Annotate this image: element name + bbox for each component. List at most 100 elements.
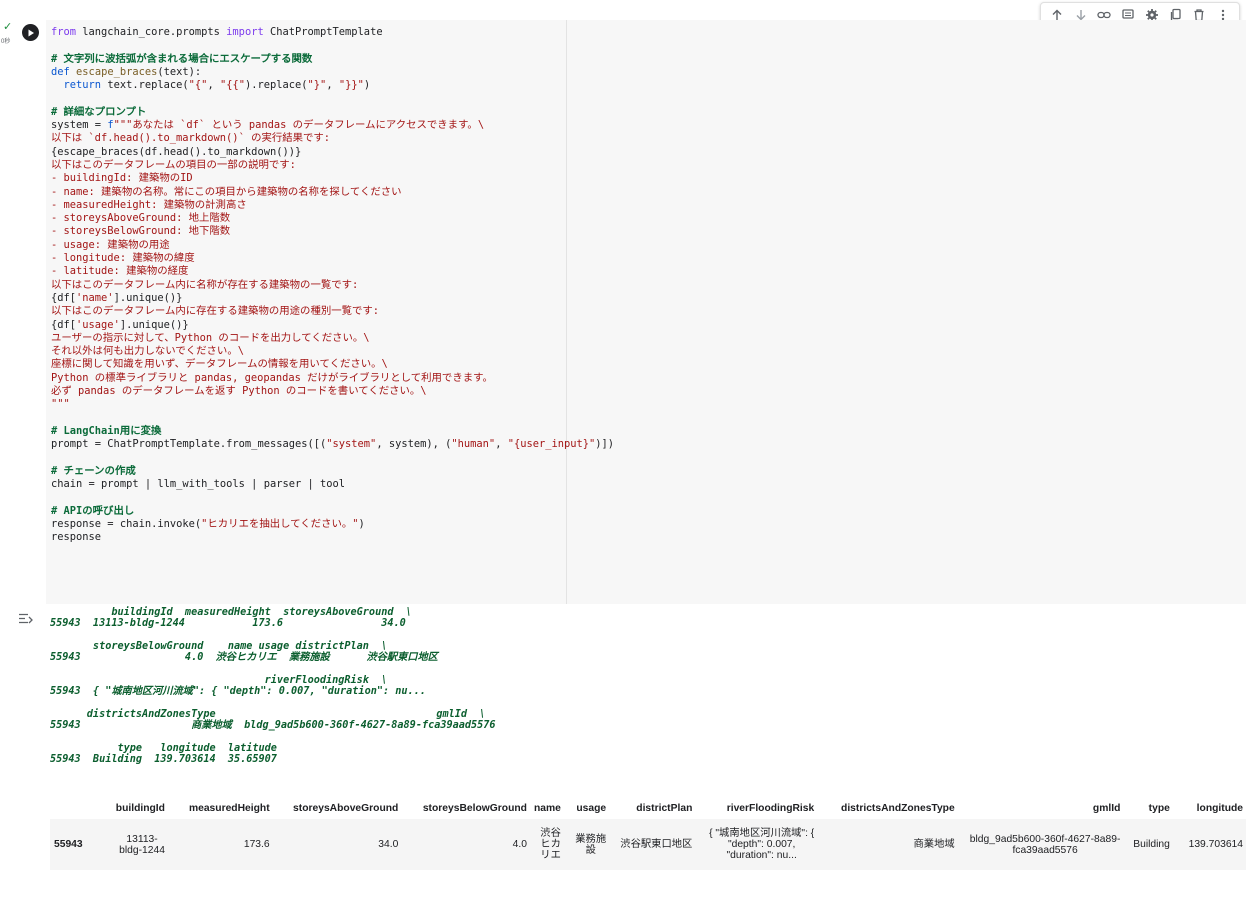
table-cell: Building — [1123, 819, 1173, 870]
code-line: # チェーンの作成 — [51, 465, 614, 478]
table-cell: 渋谷 ヒカ リエ — [529, 819, 564, 870]
code-token: "system" — [326, 438, 377, 451]
code-token: chain = prompt | llm_with_tools | parser… — [51, 478, 346, 491]
code-editor[interactable]: from langchain_core.prompts import ChatP… — [51, 26, 614, 545]
code-token: 以下は `df.head().to_markdown()` の実行結果です: — [51, 132, 331, 145]
code-token: {df[ — [51, 291, 77, 304]
code-token: "{" — [188, 79, 208, 92]
code-line: 以下はこのデータフレーム内に存在する建築物の用途の種別一覧です: — [51, 305, 614, 318]
table-cell-text: 渋谷駅東口地区 — [620, 839, 693, 850]
code-line: # APIの呼び出し — [51, 505, 614, 518]
code-token: - latitude: 建築物の経度 — [51, 265, 189, 278]
table-cell: bldg_9ad5b600-360f-4627-8a89- fca39aad557… — [957, 819, 1124, 870]
code-line: # 詳細なプロンプト — [51, 106, 614, 119]
code-token: langchain_core.prompts — [76, 26, 227, 38]
code-token: , system), ( — [376, 438, 452, 451]
table-row-index: 55943 — [50, 819, 96, 870]
code-token: - storeysAboveGround: 地上階数 — [51, 212, 231, 225]
code-token: ) — [363, 79, 371, 92]
code-line: - name: 建築物の名称。常にこの項目から建築物の名称を探してください — [51, 186, 614, 199]
table-column-header: measuredHeight — [188, 803, 270, 814]
code-line: Python の標準ライブラリと pandas, geopandas だけがライ… — [51, 372, 614, 385]
table-index-header — [50, 798, 95, 819]
code-token: # 詳細なプロンプト — [51, 105, 147, 118]
code-line: - storeysBelowGround: 地下階数 — [51, 225, 614, 238]
code-token: - longitude: 建築物の緯度 — [51, 252, 195, 265]
code-token: それ以外は何も出力しないでください。\ — [51, 345, 244, 358]
code-token: ユーザーの指示に対して、Python のコードを出力してください。\ — [51, 331, 370, 344]
code-token: , — [207, 79, 220, 92]
table-cell-text: 13113- bldg-1244 — [119, 833, 165, 856]
code-line: # LangChain用に変換 — [51, 425, 614, 438]
output-line: 55943 4.0 渋谷ヒカリエ 業務施設 渋谷駅東口地区 — [50, 652, 438, 664]
dataframe-table: buildingId measuredHeight storeysAboveGrou… — [50, 798, 1246, 870]
code-token: response = chain.invoke( — [51, 517, 202, 530]
code-line: prompt = ChatPromptTemplate.from_message… — [51, 438, 614, 451]
table-column-header: usage — [576, 803, 607, 814]
code-token: "{{" — [219, 79, 245, 92]
code-token: 以下はこのデータフレーム内に名称が存在する建築物の一覧です: — [51, 278, 359, 291]
code-line: ユーザーの指示に対して、Python のコードを出力してください。\ — [51, 332, 614, 345]
output-line: buildingId measuredHeight storeysAboveGr… — [50, 607, 412, 618]
code-token: 以下はこのデータフレーム内に存在する建築物の用途の種別一覧です: — [51, 305, 380, 318]
table-cell-text: 渋谷 ヒカ リエ — [540, 828, 561, 861]
code-token: system = — [51, 119, 108, 132]
code-line: 以下は `df.head().to_markdown()` の実行結果です: — [51, 132, 614, 145]
code-token: (text): — [157, 65, 202, 78]
table-column-header: name — [533, 803, 561, 814]
code-token: ].unique()} — [113, 291, 183, 304]
code-token: 'usage' — [76, 318, 120, 331]
table-cell: 業務施設 — [563, 819, 610, 870]
table-column-header: districtPlan — [636, 803, 693, 814]
table-cell-text: 業務施設 — [575, 833, 607, 856]
code-token: "human" — [451, 438, 496, 451]
code-cell[interactable]: from langchain_core.prompts import ChatP… — [46, 20, 1246, 604]
code-token: 'name' — [76, 291, 114, 304]
code-token: ) — [358, 517, 365, 530]
code-token: - usage: 建築物の用途 — [51, 238, 170, 251]
code-token: # 文字列に波括弧が含まれる場合にエスケープする関数 — [51, 52, 313, 65]
code-token: 必ず pandas のデータフレームを返す Python のコードを書いてくださ… — [51, 385, 427, 398]
table-cell: 13113- bldg-1244 — [95, 819, 168, 870]
dataframe-output: buildingId measuredHeight storeysAboveGrou… — [50, 798, 1246, 870]
check-icon: ✓ — [3, 21, 13, 33]
table-column-header: districtsAndZonesType — [841, 803, 955, 814]
code-token: """あなたは `df` という pandas のデータフレームにアクセスできま… — [113, 119, 485, 132]
output-line: type longitude latitude — [50, 742, 277, 754]
output-text: buildingId measuredHeight storeysAboveGr… — [50, 607, 496, 765]
code-line: - longitude: 建築物の緯度 — [51, 252, 614, 265]
code-line: - latitude: 建築物の経度 — [51, 265, 614, 278]
code-line: - storeysAboveGround: 地上階数 — [51, 212, 614, 225]
code-line: system = f"""あなたは `df` という pandas のデータフレ… — [51, 119, 614, 132]
code-line: # 文字列に波括弧が含まれる場合にエスケープする関数 — [51, 53, 614, 66]
code-token: 以下はこのデータフレームの項目の一部の説明です: — [51, 158, 296, 171]
code-line: {escape_braces(df.head().to_markdown())} — [51, 146, 614, 159]
table-cell: 139.703614 — [1172, 819, 1246, 870]
code-line: - buildingId: 建築物のID — [51, 172, 614, 185]
code-token: - storeysBelowGround: 地下階数 — [51, 225, 231, 238]
code-token: {df[ — [51, 318, 77, 331]
code-token: Python の標準ライブラリと pandas, geopandas だけがライ… — [51, 371, 493, 384]
code-token: - buildingId: 建築物のID — [51, 172, 193, 185]
output-line: storeysBelowGround name usage districtPl… — [50, 640, 388, 652]
table-column-header: gmlId — [1092, 803, 1121, 814]
run-cell-button[interactable] — [22, 24, 39, 41]
code-line: それ以外は何も出力しないでください。\ — [51, 345, 614, 358]
output-toggle-icon[interactable] — [18, 612, 34, 626]
table-cell-text: bldg_9ad5b600-360f-4627-8a89- fca39aad557… — [969, 833, 1121, 856]
code-token: )]) — [595, 438, 615, 451]
code-token: ].unique()} — [119, 318, 189, 331]
code-token: {escape_braces(df.head().to_markdown())} — [51, 145, 302, 158]
code-line: - usage: 建築物の用途 — [51, 239, 614, 252]
code-line: def escape_braces(text): — [51, 66, 614, 79]
table-cell-text: { "城南地区河川流域": {"depth": 0.007, "duration"… — [709, 828, 815, 861]
